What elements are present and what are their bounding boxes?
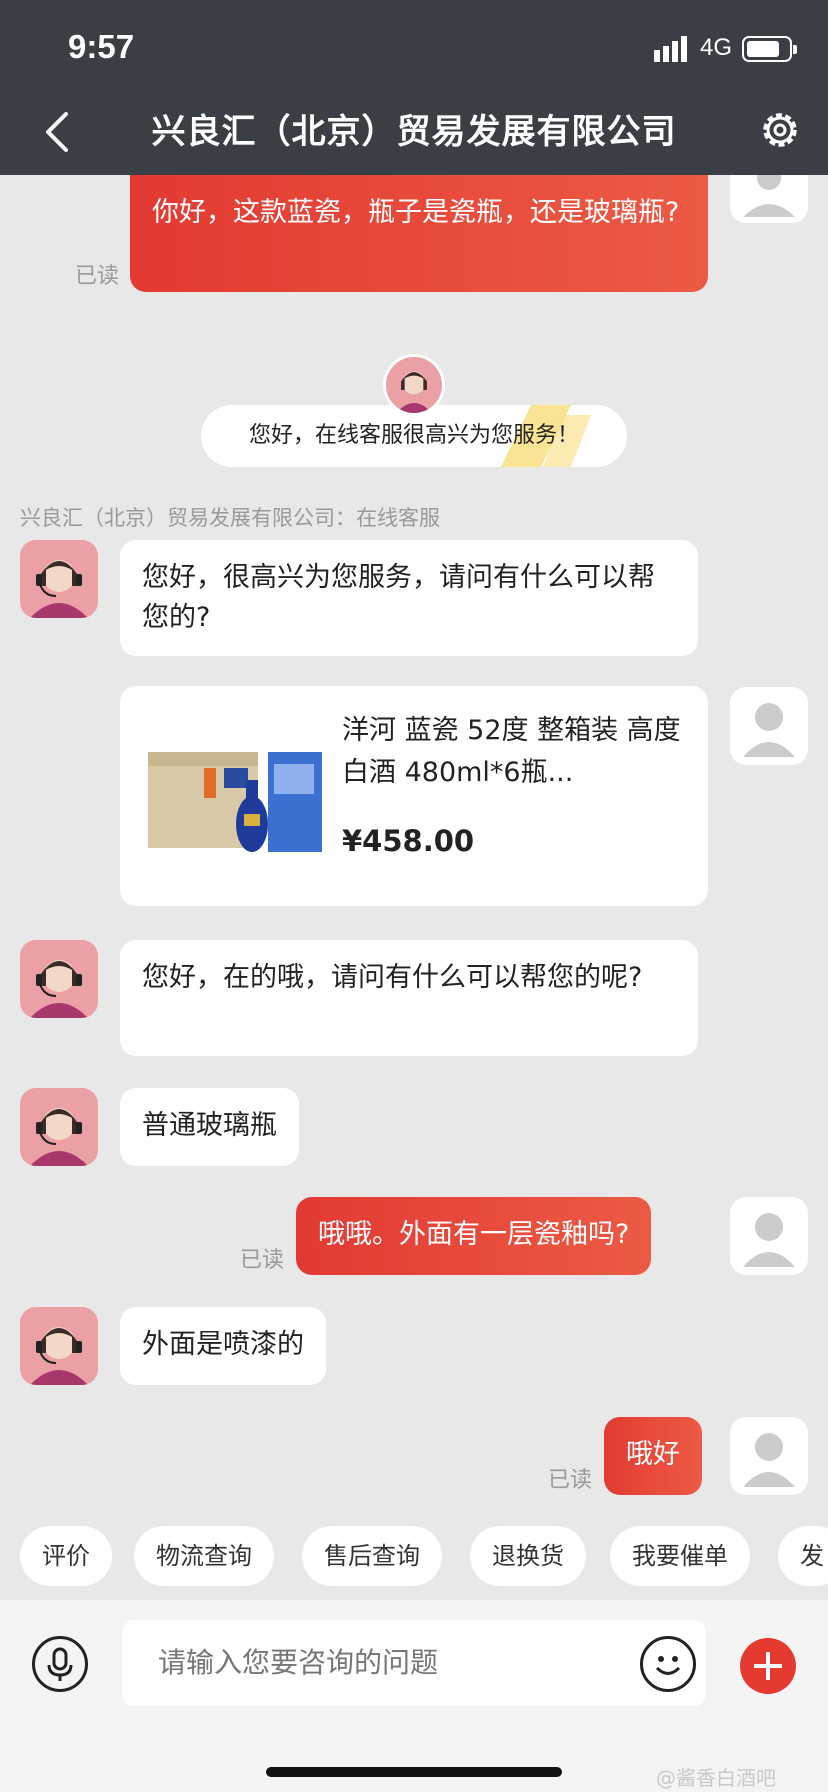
message-text: 您好，很高兴为您服务，请问有什么可以帮您的? <box>142 562 655 633</box>
page-title: 兴良汇（北京）贸易发展有限公司 <box>151 112 677 152</box>
agent-avatar[interactable] <box>20 940 98 1018</box>
user-avatar[interactable] <box>730 687 808 765</box>
agent-avatar <box>383 354 445 416</box>
network-type: 4G <box>700 34 733 61</box>
message-incoming[interactable]: 外面是喷漆的 <box>120 1307 326 1385</box>
message-incoming[interactable]: 您好，很高兴为您服务，请问有什么可以帮您的? <box>120 540 698 656</box>
message-text: 你好，这款蓝瓷，瓶子是瓷瓶，还是玻璃瓶? <box>152 197 680 228</box>
home-indicator <box>266 1767 562 1777</box>
user-avatar[interactable] <box>730 1417 808 1495</box>
settings-gear-icon[interactable] <box>758 108 802 152</box>
message-text: 外面是喷漆的 <box>142 1329 304 1360</box>
product-card[interactable]: 洋河 蓝瓷 52度 整箱装 高度白酒 480ml*6瓶... ¥458.00 <box>120 686 708 906</box>
chip-after-sales[interactable]: 售后查询 <box>302 1526 442 1586</box>
message-outgoing[interactable]: 哦哦。外面有一层瓷釉吗? <box>296 1197 652 1275</box>
agent-avatar[interactable] <box>20 1088 98 1166</box>
chip-more[interactable]: 发 <box>778 1526 828 1586</box>
notice-text: 您好，在线客服很高兴为您服务！ <box>248 423 579 448</box>
user-avatar[interactable] <box>730 175 808 223</box>
message-outgoing[interactable]: 哦好 <box>604 1417 702 1495</box>
message-text: 哦好 <box>626 1439 680 1470</box>
signal-icon <box>654 36 687 62</box>
chip-logistics[interactable]: 物流查询 <box>134 1526 274 1586</box>
microphone-icon[interactable] <box>32 1636 88 1692</box>
back-button[interactable] <box>40 108 76 156</box>
read-status: 已读 <box>240 1248 285 1273</box>
message-input[interactable] <box>122 1620 706 1706</box>
product-image <box>148 752 322 852</box>
plus-button[interactable] <box>740 1638 796 1694</box>
emoji-icon[interactable] <box>640 1636 696 1692</box>
user-avatar[interactable] <box>730 1197 808 1275</box>
chip-return-exchange[interactable]: 退换货 <box>470 1526 586 1586</box>
message-incoming[interactable]: 普通玻璃瓶 <box>120 1088 299 1166</box>
read-status: 已读 <box>548 1468 593 1493</box>
message-text: 您好，在的哦，请问有什么可以帮您的呢? <box>142 962 643 993</box>
quick-actions-bar: 评价 物流查询 售后查询 退换货 我要催单 发 <box>0 1526 828 1586</box>
battery-icon <box>742 36 797 62</box>
chip-urge-order[interactable]: 我要催单 <box>610 1526 750 1586</box>
message-incoming[interactable]: 您好，在的哦，请问有什么可以帮您的呢? <box>120 940 698 1056</box>
sender-label: 兴良汇（北京）贸易发展有限公司：在线客服 <box>20 506 440 530</box>
status-time: 9:57 <box>68 28 135 65</box>
watermark: @酱香白酒吧 <box>656 1766 776 1790</box>
product-price: ¥458.00 <box>342 824 475 858</box>
message-outgoing[interactable]: 你好，这款蓝瓷，瓶子是瓷瓶，还是玻璃瓶? <box>130 175 708 292</box>
top-bar: 9:57 4G 兴良汇（北京）贸易发展有限公司 <box>0 0 828 175</box>
agent-avatar[interactable] <box>20 540 98 618</box>
composer-bar: @酱香白酒吧 <box>0 1600 828 1792</box>
read-status: 已读 <box>75 264 120 289</box>
product-title: 洋河 蓝瓷 52度 整箱装 高度白酒 480ml*6瓶... <box>342 715 681 788</box>
message-text: 哦哦。外面有一层瓷釉吗? <box>318 1219 630 1250</box>
chip-review[interactable]: 评价 <box>20 1526 112 1586</box>
agent-avatar[interactable] <box>20 1307 98 1385</box>
message-text: 普通玻璃瓶 <box>142 1110 277 1141</box>
